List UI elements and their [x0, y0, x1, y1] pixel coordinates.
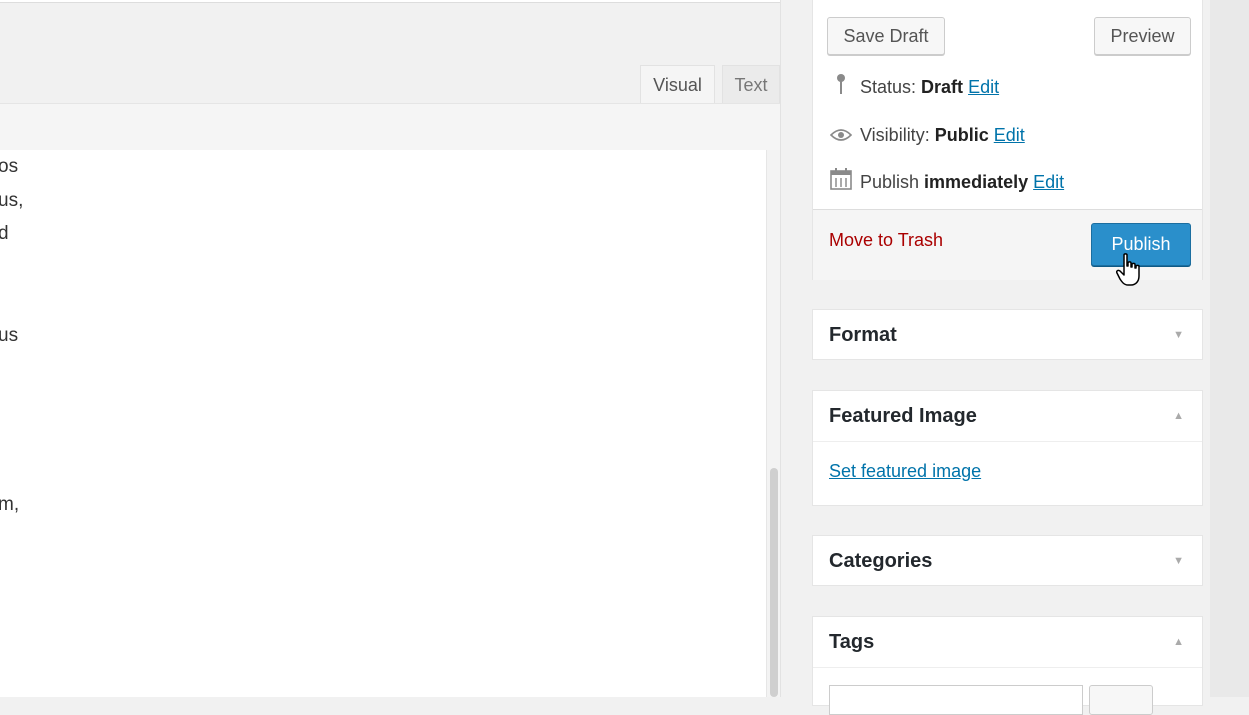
arrow-up-icon[interactable]: ▲ — [1173, 617, 1184, 667]
tags-input[interactable] — [829, 685, 1083, 715]
tab-text[interactable]: Text — [722, 65, 780, 103]
schedule-label: Publish — [860, 172, 925, 192]
format-box-header[interactable]: Format ▼ — [813, 310, 1202, 360]
tags-box: Tags ▲ — [812, 616, 1203, 715]
save-draft-button[interactable]: Save Draft — [827, 17, 945, 55]
tags-box-title: Tags — [829, 631, 875, 653]
eye-icon — [829, 122, 853, 150]
status-label: Status: — [860, 77, 922, 97]
divider — [813, 441, 1202, 442]
hand-cursor-icon — [1116, 253, 1140, 286]
categories-box: Categories ▼ — [812, 535, 1203, 586]
editor-toolbar — [0, 103, 780, 152]
format-box-title: Format — [829, 324, 897, 346]
editor-line: us, — [0, 190, 24, 211]
set-featured-image-link[interactable]: Set featured image — [829, 461, 981, 482]
window-edge — [1210, 0, 1249, 697]
status-value: Draft — [921, 77, 964, 97]
categories-box-header[interactable]: Categories ▼ — [813, 536, 1202, 586]
tags-box-header[interactable]: Tags ▲ — [813, 617, 1202, 667]
move-to-trash-link[interactable]: Move to Trash — [829, 230, 943, 251]
edit-status-link[interactable]: Edit — [968, 77, 999, 97]
visibility-value: Public — [934, 125, 989, 145]
editor-scrollbar-thumb[interactable] — [770, 468, 778, 697]
arrow-down-icon[interactable]: ▼ — [1173, 536, 1184, 586]
featured-image-box-title: Featured Image — [829, 405, 977, 427]
edit-visibility-link[interactable]: Edit — [994, 125, 1025, 145]
editor-line: m, — [0, 494, 20, 515]
editor-line: os — [0, 156, 19, 177]
divider — [813, 667, 1202, 668]
publish-actions: Move to Trash Publish — [813, 209, 1202, 280]
featured-image-box: Featured Image ▲ Set featured image — [812, 390, 1203, 506]
visibility-label: Visibility: — [860, 125, 935, 145]
edit-schedule-link[interactable]: Edit — [1033, 172, 1064, 192]
categories-box-title: Categories — [829, 550, 933, 572]
tab-visual[interactable]: Visual — [640, 65, 715, 103]
editor-line: us — [0, 325, 19, 346]
schedule-row: Publish immediately Edit — [829, 168, 1064, 196]
arrow-down-icon[interactable]: ▼ — [1173, 310, 1184, 360]
format-box: Format ▼ — [812, 309, 1203, 360]
pin-icon — [829, 73, 853, 103]
editor-scrollbar[interactable] — [766, 150, 781, 697]
visibility-row: Visibility: Public Edit — [829, 121, 1025, 149]
editor-line: d — [0, 223, 9, 244]
add-tag-button[interactable] — [1089, 685, 1153, 715]
publish-box: Save Draft Preview Status: Draft Edit Vi… — [812, 0, 1203, 280]
title-area — [0, 0, 780, 3]
schedule-value: immediately — [924, 172, 1029, 192]
editor-border — [780, 0, 781, 697]
editor-content[interactable]: os us, d us m, — [0, 150, 766, 697]
status-row: Status: Draft Edit — [829, 73, 999, 101]
arrow-up-icon[interactable]: ▲ — [1173, 391, 1184, 441]
preview-button[interactable]: Preview — [1094, 17, 1191, 55]
calendar-icon — [829, 168, 853, 198]
featured-image-box-header[interactable]: Featured Image ▲ — [813, 391, 1202, 441]
